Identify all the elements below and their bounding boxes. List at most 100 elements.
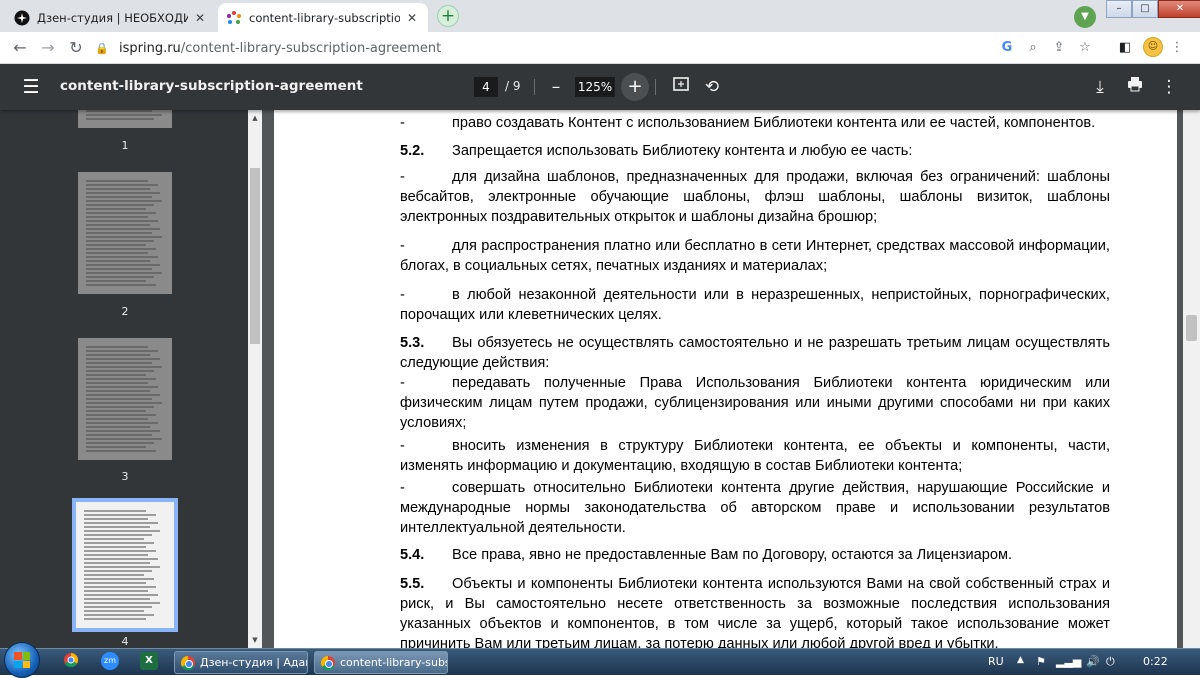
- thumbnail-text-line: [86, 370, 154, 372]
- thumbnail-label: 4: [121, 635, 129, 648]
- thumbnail-text-line: [84, 598, 150, 600]
- thumbnail-text-line: [86, 228, 160, 230]
- toolbar-divider: [655, 79, 656, 95]
- list-item: -в любой незаконной деятельности или в н…: [400, 286, 1110, 326]
- bullet-dash: -: [400, 375, 405, 391]
- thumbnail-text-line: [86, 240, 154, 242]
- thumbnail-text-line: [84, 526, 150, 528]
- scroll-down-arrow-icon[interactable]: ▼: [250, 636, 260, 644]
- fit-to-page-icon[interactable]: [670, 76, 692, 98]
- thumbnail-text-line: [84, 530, 160, 532]
- menu-hamburger-icon[interactable]: ☰: [20, 76, 42, 98]
- thumbnail-text-line: [86, 260, 150, 262]
- forward-arrow-icon[interactable]: →: [36, 36, 60, 60]
- thumbnail-text-line: [86, 390, 150, 392]
- back-arrow-icon[interactable]: ←: [8, 36, 32, 60]
- tab-content-library[interactable]: content-library-subscription-agreement ✕: [218, 3, 428, 32]
- rotate-icon[interactable]: ⟲: [701, 76, 723, 98]
- more-options-icon[interactable]: ⋮: [1158, 76, 1180, 98]
- thumbnail-text-line: [86, 394, 160, 396]
- taskbar-app-dzen[interactable]: Дзен-студия | Адапт...: [174, 651, 308, 674]
- clause-number: 5.5.: [400, 576, 425, 592]
- thumbnail-text-line: [86, 410, 146, 412]
- show-hidden-icons-icon[interactable]: ▲: [1017, 655, 1024, 665]
- pdf-page: - право создавать Контент с использовани…: [274, 110, 1177, 648]
- thumbnail-text-line: [86, 188, 150, 190]
- sidebar-scrollbar[interactable]: ▲ ▼: [248, 110, 262, 648]
- power-icon[interactable]: ⏻: [1106, 655, 1115, 669]
- scrollbar-thumb[interactable]: [250, 168, 260, 344]
- close-tab-icon[interactable]: ✕: [192, 11, 208, 25]
- bullet-dash: -: [400, 115, 405, 131]
- thumbnail-sidebar: 1 2 3 4: [0, 110, 248, 648]
- zoom-icon[interactable]: zm: [101, 652, 119, 670]
- close-window-button[interactable]: ✕: [1158, 0, 1200, 18]
- google-translate-icon[interactable]: G: [998, 39, 1016, 57]
- start-button[interactable]: [4, 642, 40, 678]
- thumbnail-page-3[interactable]: [78, 338, 172, 460]
- side-panel-icon[interactable]: ◧: [1116, 39, 1134, 57]
- clause-number: 5.2.: [400, 143, 425, 159]
- speaker-icon[interactable]: 🔊: [1086, 655, 1100, 668]
- excel-icon[interactable]: X: [140, 652, 158, 670]
- address-field[interactable]: 🔒 ispring.ru/content-library-subscriptio…: [95, 36, 1015, 60]
- maximize-button[interactable]: □: [1132, 0, 1158, 18]
- zoom-level-input[interactable]: 125%: [575, 77, 615, 97]
- thumbnail-text-line: [84, 542, 154, 544]
- thumbnail-text-line: [84, 554, 148, 556]
- clause-text: Все права, явно не предоставленные Вам п…: [452, 547, 1013, 563]
- clause-5-4: 5.4. Все права, явно не предоставленные …: [400, 546, 1110, 566]
- thumbnail-page-1[interactable]: [78, 110, 172, 128]
- scroll-up-arrow-icon[interactable]: ▲: [250, 114, 260, 122]
- taskbar-app-content-library[interactable]: content-library-subs...: [314, 651, 448, 674]
- thumbnail-text-line: [84, 562, 150, 564]
- clause-text: Запрещается использовать Библиотеку конт…: [452, 143, 913, 159]
- thumbnail-text-line: [86, 232, 152, 234]
- share-icon[interactable]: ⇪: [1050, 39, 1068, 57]
- clause-number: 5.4.: [400, 547, 425, 563]
- new-tab-button[interactable]: +: [437, 5, 459, 27]
- thumbnail-page-4[interactable]: [72, 498, 178, 632]
- thumbnail-text-line: [86, 414, 156, 416]
- network-signal-icon[interactable]: ▂▃▅: [1056, 655, 1081, 668]
- chrome-menu-icon[interactable]: ⋮: [1168, 39, 1186, 57]
- download-icon[interactable]: ⤓: [1089, 76, 1111, 98]
- thumbnail-text-line: [86, 406, 154, 408]
- thumbnail-text-line: [86, 374, 146, 376]
- page-total: / 9: [505, 79, 521, 93]
- tab-dzen-studio[interactable]: Дзен-студия | НЕОБХОДИМО ВЫ ✕: [6, 3, 216, 32]
- reload-icon[interactable]: ↻: [64, 36, 88, 60]
- tab-search-chevron-icon[interactable]: ▼: [1074, 6, 1096, 28]
- thumbnail-text-line: [86, 208, 146, 210]
- page-number-input[interactable]: 4: [474, 77, 498, 97]
- thumbnail-text-line: [86, 362, 152, 364]
- bookmark-star-icon[interactable]: ☆: [1076, 39, 1094, 57]
- language-indicator[interactable]: RU: [988, 655, 1004, 668]
- bullet-dash: -: [400, 287, 405, 303]
- thumbnail-text-line: [86, 264, 160, 266]
- thumbnail-text-line: [86, 358, 160, 360]
- thumbnail-page-2[interactable]: [78, 172, 172, 294]
- thumbnail-text-line: [86, 280, 146, 282]
- zoom-out-icon[interactable]: –: [545, 76, 567, 98]
- minimize-button[interactable]: –: [1106, 0, 1132, 18]
- close-tab-icon[interactable]: ✕: [404, 11, 420, 25]
- flag-notification-icon[interactable]: ⚑: [1036, 655, 1046, 668]
- print-icon[interactable]: [1124, 76, 1146, 98]
- zoom-magnifier-icon[interactable]: ⌕: [1024, 39, 1042, 57]
- chrome-icon: [181, 655, 195, 670]
- chrome-icon[interactable]: [60, 652, 82, 672]
- thumbnail-text-line: [86, 398, 152, 400]
- lock-icon: 🔒: [95, 41, 109, 55]
- thumbnail-text-line: [84, 578, 154, 580]
- document-scrollbar[interactable]: [1183, 110, 1200, 648]
- url-path: /content-library-subscription-agreement: [180, 40, 442, 56]
- scrollbar-thumb[interactable]: [1186, 315, 1197, 341]
- profile-avatar-icon[interactable]: ☺: [1143, 37, 1163, 57]
- thumbnail-text-line: [86, 442, 154, 444]
- thumbnail-text-line: [86, 180, 148, 182]
- zoom-in-button[interactable]: +: [621, 73, 649, 101]
- clock[interactable]: 0:22: [1143, 655, 1168, 668]
- thumbnail-text-line: [86, 212, 156, 214]
- list-item: - передавать полученные Права Использован…: [400, 374, 1110, 434]
